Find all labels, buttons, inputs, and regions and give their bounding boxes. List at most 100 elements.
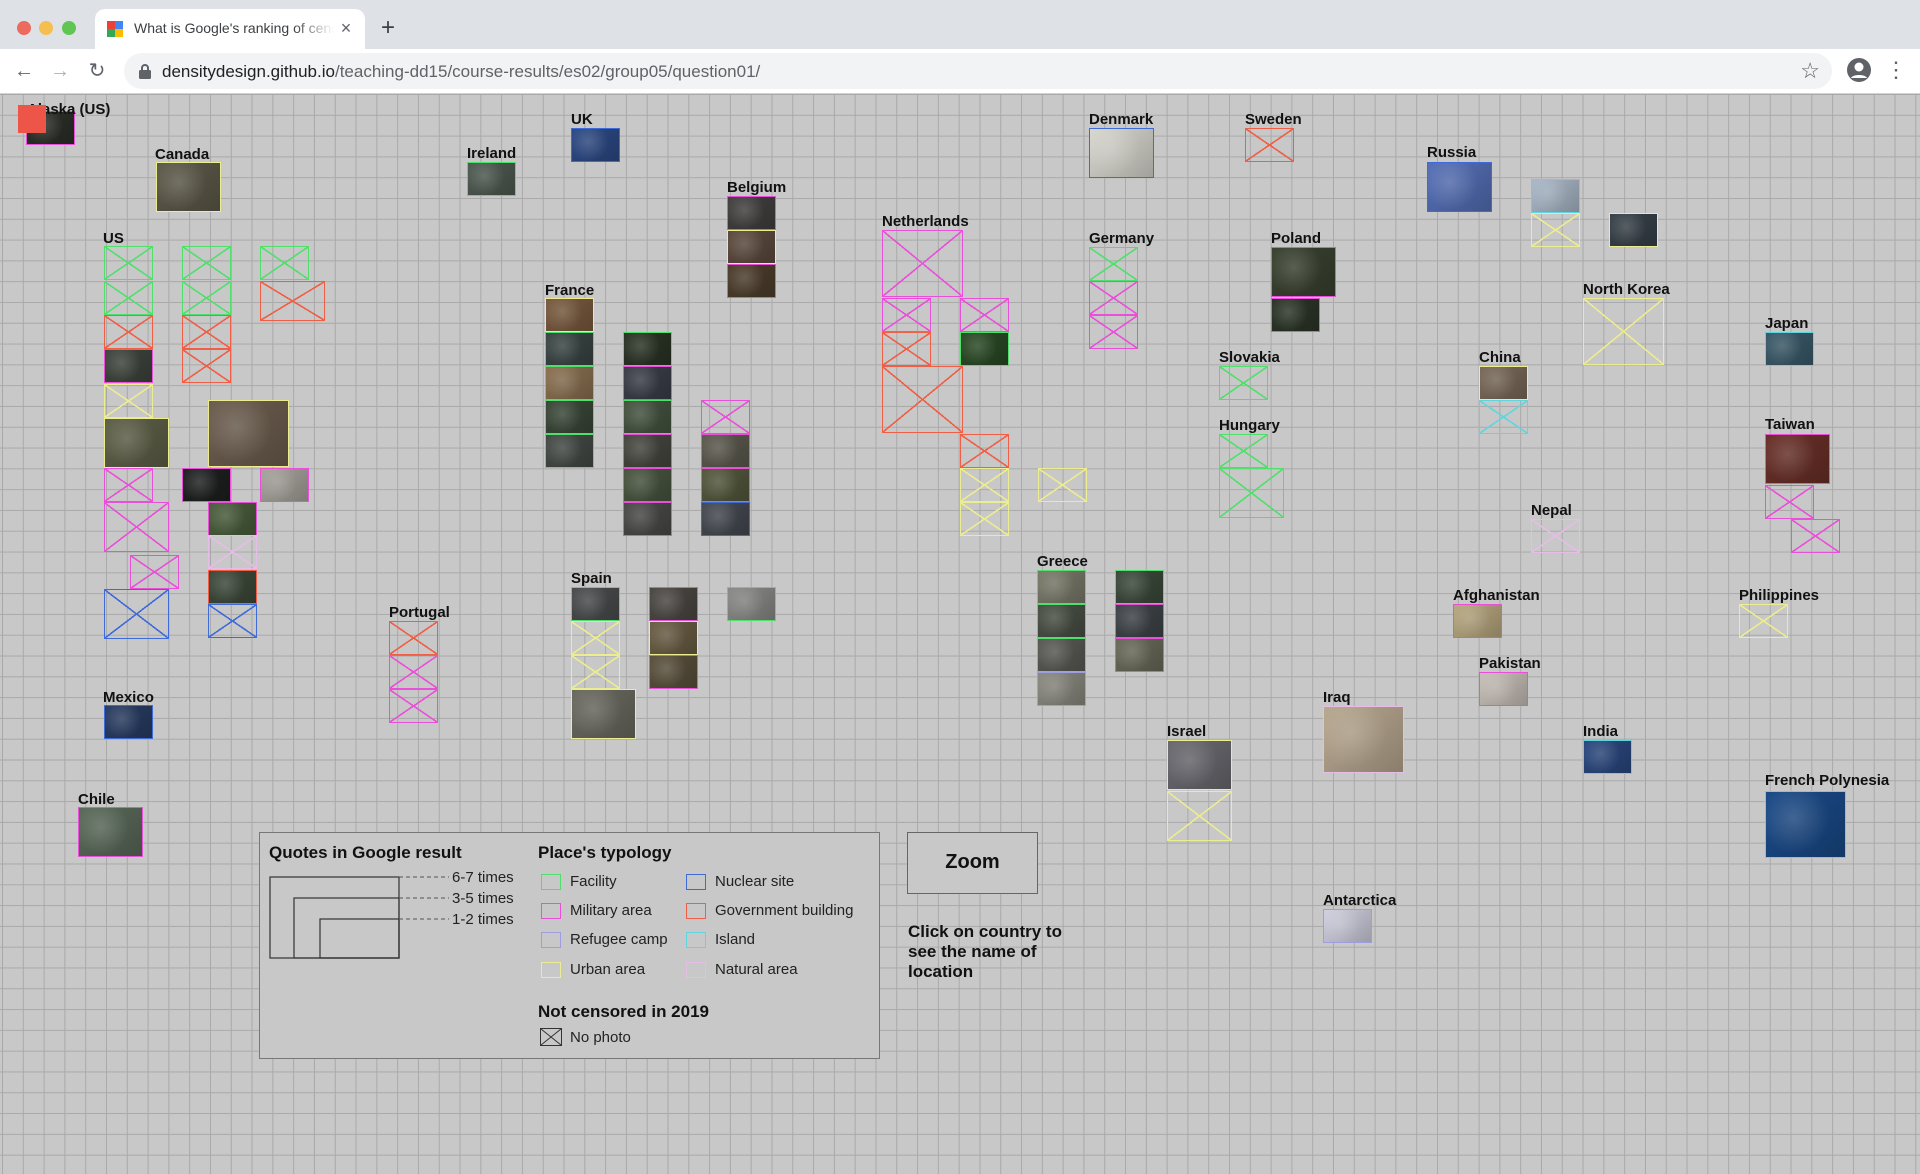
place-no-photo-tile[interactable]	[260, 246, 310, 280]
forward-button[interactable]: →	[46, 57, 74, 85]
place-photo-tile[interactable]	[1271, 247, 1337, 298]
place-photo-tile[interactable]	[1115, 570, 1165, 604]
place-photo-tile[interactable]	[1609, 213, 1659, 247]
place-photo-tile[interactable]	[701, 468, 751, 502]
minimize-window-button[interactable]	[39, 21, 53, 35]
bookmark-star-icon[interactable]: ☆	[1800, 58, 1820, 84]
place-photo-tile[interactable]	[1427, 162, 1493, 213]
country-label[interactable]: Israel	[1167, 723, 1206, 740]
place-photo-tile[interactable]	[727, 264, 777, 298]
place-no-photo-tile[interactable]	[1219, 434, 1269, 468]
place-photo-tile[interactable]	[623, 366, 673, 400]
place-no-photo-tile[interactable]	[882, 230, 964, 297]
place-photo-tile[interactable]	[1479, 366, 1529, 400]
reload-button[interactable]: ↻	[83, 57, 111, 85]
place-photo-tile[interactable]	[727, 587, 777, 621]
place-no-photo-tile[interactable]	[1583, 298, 1665, 365]
place-photo-tile[interactable]	[623, 332, 673, 366]
place-no-photo-tile[interactable]	[182, 246, 232, 280]
place-no-photo-tile[interactable]	[208, 604, 258, 638]
place-photo-tile[interactable]	[1323, 706, 1405, 773]
place-photo-tile[interactable]	[545, 298, 595, 332]
place-photo-tile[interactable]	[623, 434, 673, 468]
place-photo-tile[interactable]	[104, 418, 170, 469]
country-label[interactable]: Iraq	[1323, 689, 1351, 706]
country-label[interactable]: Poland	[1271, 230, 1321, 247]
country-label[interactable]: Hungary	[1219, 417, 1280, 434]
place-photo-tile[interactable]	[104, 705, 154, 739]
country-label[interactable]: Belgium	[727, 179, 786, 196]
new-tab-button[interactable]: +	[374, 14, 402, 42]
place-photo-tile[interactable]	[571, 587, 621, 621]
country-label[interactable]: Spain	[571, 570, 612, 587]
place-no-photo-tile[interactable]	[182, 281, 232, 315]
place-photo-tile[interactable]	[623, 468, 673, 502]
place-no-photo-tile[interactable]	[1479, 400, 1529, 434]
place-no-photo-tile[interactable]	[960, 502, 1010, 536]
place-no-photo-tile[interactable]	[104, 315, 154, 349]
close-window-button[interactable]	[17, 21, 31, 35]
place-photo-tile[interactable]	[1765, 434, 1831, 485]
place-photo-tile[interactable]	[571, 689, 637, 740]
country-label[interactable]: Russia	[1427, 144, 1476, 161]
close-tab-icon[interactable]: ×	[335, 17, 357, 39]
place-photo-tile[interactable]	[260, 468, 310, 502]
place-photo-tile[interactable]	[649, 655, 699, 689]
maximize-window-button[interactable]	[62, 21, 76, 35]
place-no-photo-tile[interactable]	[1531, 519, 1581, 553]
place-no-photo-tile[interactable]	[1089, 281, 1139, 315]
zoom-button[interactable]: Zoom	[907, 832, 1038, 894]
place-photo-tile[interactable]	[1453, 604, 1503, 638]
place-photo-tile[interactable]	[208, 570, 258, 604]
place-no-photo-tile[interactable]	[882, 366, 964, 433]
country-label[interactable]: Afghanistan	[1453, 587, 1540, 604]
place-photo-tile[interactable]	[208, 502, 258, 536]
country-label[interactable]: France	[545, 282, 594, 299]
place-photo-tile[interactable]	[1037, 604, 1087, 638]
place-photo-tile[interactable]	[156, 162, 222, 213]
place-photo-tile[interactable]	[727, 230, 777, 264]
place-no-photo-tile[interactable]	[130, 555, 180, 589]
place-no-photo-tile[interactable]	[1089, 315, 1139, 349]
place-photo-tile[interactable]	[545, 434, 595, 468]
place-photo-tile[interactable]	[649, 621, 699, 655]
place-photo-tile[interactable]	[701, 434, 751, 468]
place-no-photo-tile[interactable]	[104, 589, 170, 640]
country-label[interactable]: China	[1479, 349, 1521, 366]
place-photo-tile[interactable]	[649, 587, 699, 621]
country-label[interactable]: Mexico	[103, 689, 154, 706]
place-photo-tile[interactable]	[545, 332, 595, 366]
country-label[interactable]: US	[103, 230, 124, 247]
place-no-photo-tile[interactable]	[104, 281, 154, 315]
place-no-photo-tile[interactable]	[960, 298, 1010, 332]
place-photo-tile[interactable]	[1479, 672, 1529, 706]
place-photo-tile[interactable]	[467, 162, 517, 196]
place-no-photo-tile[interactable]	[1791, 519, 1841, 553]
place-no-photo-tile[interactable]	[104, 468, 154, 502]
place-photo-tile[interactable]	[571, 128, 621, 162]
place-no-photo-tile[interactable]	[1531, 213, 1581, 247]
active-tab[interactable]: What is Google's ranking of censored pla…	[95, 9, 365, 49]
place-no-photo-tile[interactable]	[389, 655, 439, 689]
place-photo-tile[interactable]	[623, 502, 673, 536]
address-bar[interactable]: densitydesign.github.io/teaching-dd15/co…	[124, 53, 1832, 89]
place-no-photo-tile[interactable]	[571, 621, 621, 655]
place-no-photo-tile[interactable]	[182, 349, 232, 383]
place-no-photo-tile[interactable]	[389, 689, 439, 723]
country-label[interactable]: Germany	[1089, 230, 1154, 247]
place-no-photo-tile[interactable]	[960, 434, 1010, 468]
country-label[interactable]: Philippines	[1739, 587, 1819, 604]
place-photo-tile[interactable]	[1531, 179, 1581, 213]
place-no-photo-tile[interactable]	[104, 502, 170, 553]
country-label[interactable]: Slovakia	[1219, 349, 1280, 366]
place-photo-tile[interactable]	[623, 400, 673, 434]
country-label[interactable]: Netherlands	[882, 213, 969, 230]
place-no-photo-tile[interactable]	[701, 400, 751, 434]
back-button[interactable]: ←	[10, 57, 38, 85]
place-photo-tile[interactable]	[1115, 604, 1165, 638]
country-label[interactable]: Ireland	[467, 145, 516, 162]
place-photo-tile[interactable]	[701, 502, 751, 536]
place-photo-tile[interactable]	[1583, 740, 1633, 774]
place-no-photo-tile[interactable]	[182, 315, 232, 349]
browser-menu-icon[interactable]: ⋮	[1884, 57, 1908, 85]
